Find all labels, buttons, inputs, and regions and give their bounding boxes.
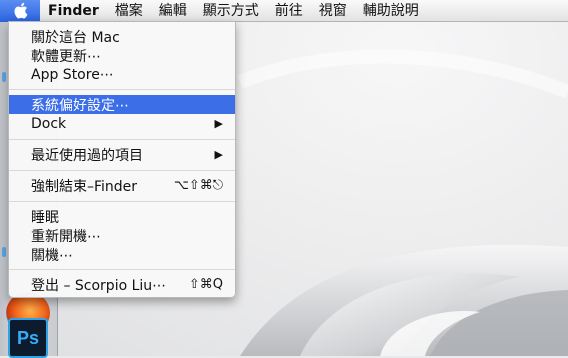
menu-item-label: 最近使用過的項目 [31, 147, 143, 164]
menubar-item-view[interactable]: 顯示方式 [195, 0, 267, 22]
apple-dropdown-menu: 關於這台 Mac 軟體更新⋯ App Store⋯ 系統偏好設定⋯ Dock ▶… [8, 21, 236, 298]
menu-item-label: 睡眠 [31, 209, 59, 226]
menu-item-about-this-mac[interactable]: 關於這台 Mac [9, 27, 235, 46]
menubar-item-file[interactable]: 檔案 [107, 0, 151, 22]
submenu-arrow-icon: ▶ [214, 117, 223, 130]
menubar-item-go[interactable]: 前往 [267, 0, 311, 22]
force-quit-shortcut: ⌥⇧⌘⎋ [173, 178, 223, 193]
menu-item-label: 系統偏好設定⋯ [31, 97, 129, 114]
menu-separator [9, 201, 235, 202]
menu-separator [9, 89, 235, 90]
submenu-arrow-icon: ▶ [214, 148, 223, 161]
menu-item-label: 強制結束–Finder [31, 178, 138, 195]
menu-item-label: 關於這台 Mac [31, 29, 120, 46]
menu-separator [9, 269, 235, 270]
menu-item-log-out[interactable]: 登出 – Scorpio Liu⋯ ⇧⌘Q [9, 275, 235, 294]
menu-item-label: 軟體更新⋯ [31, 48, 101, 65]
menu-item-sleep[interactable]: 睡眠 [9, 207, 235, 226]
menubar-item-edit[interactable]: 編輯 [151, 0, 195, 22]
menu-item-app-store[interactable]: App Store⋯ [9, 65, 235, 84]
menu-bar: Finder 檔案 編輯 顯示方式 前往 視窗 輔助說明 [0, 0, 568, 22]
menubar-item-window[interactable]: 視窗 [311, 0, 355, 22]
photoshop-label: Ps [16, 327, 40, 348]
apple-menu-button[interactable] [0, 0, 40, 22]
menu-item-force-quit[interactable]: 強制結束–Finder ⌥⇧⌘⎋ [9, 176, 235, 195]
menubar-item-help[interactable]: 輔助說明 [355, 0, 427, 22]
menu-item-software-update[interactable]: 軟體更新⋯ [9, 46, 235, 65]
logout-shortcut: ⇧⌘Q [188, 277, 223, 292]
menu-item-label: App Store⋯ [31, 66, 114, 83]
menu-item-label: 登出 – Scorpio Liu⋯ [31, 277, 167, 294]
menubar-app-finder[interactable]: Finder [40, 0, 107, 22]
running-indicator [2, 247, 6, 257]
menu-item-shutdown[interactable]: 關機⋯ [9, 245, 235, 264]
menu-separator [9, 139, 235, 140]
menu-item-dock[interactable]: Dock ▶ [9, 114, 235, 133]
menu-item-label: Dock [31, 115, 67, 132]
menu-item-label: 重新開機⋯ [31, 228, 101, 245]
photoshop-app-icon[interactable]: Ps [8, 318, 48, 358]
menu-item-recent-items[interactable]: 最近使用過的項目 ▶ [9, 145, 235, 164]
menu-separator [9, 170, 235, 171]
menu-item-label: 關機⋯ [31, 247, 73, 264]
menu-item-restart[interactable]: 重新開機⋯ [9, 226, 235, 245]
menu-item-system-preferences[interactable]: 系統偏好設定⋯ [9, 95, 235, 114]
apple-icon [14, 2, 27, 19]
running-indicator [2, 72, 6, 82]
